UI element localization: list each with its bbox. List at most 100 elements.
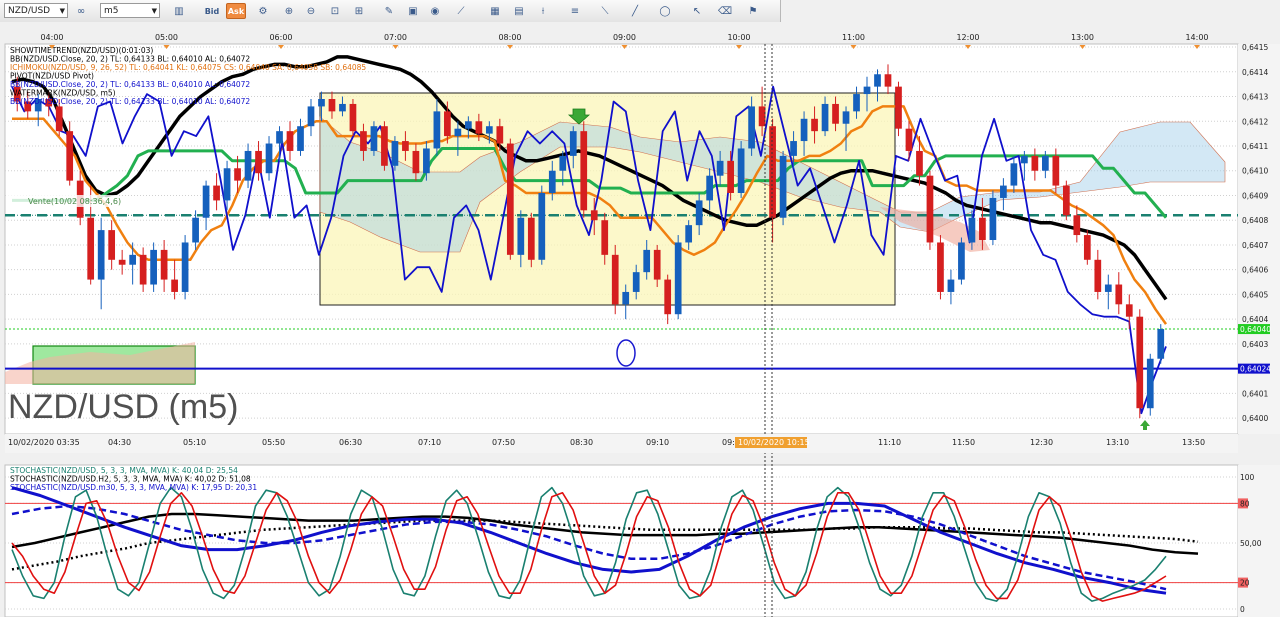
- pen-icon[interactable]: ╱: [626, 3, 644, 19]
- candle[interactable]: [937, 235, 944, 300]
- image-icon[interactable]: ▣: [404, 3, 422, 19]
- candle-body: [464, 121, 472, 129]
- lines-icon[interactable]: ▤: [510, 3, 528, 19]
- zoom-fit-icon[interactable]: ⊡: [326, 3, 344, 19]
- candle-body: [685, 225, 693, 243]
- price-tick-label: 0,6414: [1242, 68, 1268, 77]
- price-tick-label: 0,6413: [1242, 93, 1268, 102]
- candle[interactable]: [958, 237, 965, 285]
- candle[interactable]: [926, 170, 934, 250]
- arrow-icon[interactable]: ⟍: [596, 3, 614, 19]
- candle[interactable]: [1083, 230, 1091, 265]
- candle[interactable]: [674, 235, 682, 320]
- candle-body: [821, 103, 829, 132]
- candle[interactable]: [391, 136, 399, 171]
- candle-body: [664, 279, 672, 315]
- candle-body: [97, 230, 105, 280]
- zoom-in-icon[interactable]: ⊕: [280, 3, 298, 19]
- candle-body: [454, 128, 462, 137]
- timeframe-select[interactable]: m5 ▼: [100, 3, 160, 18]
- time-label-top: 11:00: [842, 33, 865, 42]
- price-tick-label: 0,6400: [1242, 414, 1268, 423]
- price-tick-label: 0,6411: [1242, 142, 1268, 151]
- candle-body: [444, 111, 451, 137]
- candle[interactable]: [1136, 309, 1144, 419]
- candle-body: [129, 254, 137, 265]
- candle[interactable]: [181, 235, 189, 300]
- candle[interactable]: [1157, 324, 1165, 364]
- time-label-top: 09:00: [613, 33, 636, 42]
- price-axis: 0,6415 0,6414 0,6413 0,6412 0,6411 0,6410 0,64…: [1238, 43, 1280, 434]
- zoom-out-icon[interactable]: ⊖: [302, 3, 320, 19]
- candle[interactable]: [779, 150, 787, 226]
- indicator-icon[interactable]: ⚙: [254, 3, 272, 19]
- candle-body: [895, 86, 902, 129]
- candle-body: [55, 106, 63, 132]
- candle[interactable]: [527, 212, 535, 268]
- ruler-icon[interactable]: ⟋: [452, 3, 470, 19]
- candle-body: [790, 141, 797, 156]
- candle-body: [265, 143, 273, 174]
- chevron-down-icon: ▼: [59, 7, 65, 15]
- candle[interactable]: [381, 121, 388, 171]
- candle[interactable]: [1146, 353, 1154, 416]
- watermark-text: NZD/USD (m5): [8, 388, 238, 426]
- candle-body: [958, 242, 965, 280]
- candle-body: [1094, 259, 1102, 292]
- candle-body: [979, 217, 986, 240]
- candle[interactable]: [370, 121, 378, 156]
- candle[interactable]: [349, 99, 357, 137]
- link-icon[interactable]: ∞: [72, 3, 90, 19]
- candle-body: [370, 126, 378, 151]
- candle[interactable]: [737, 141, 745, 198]
- candle-body: [632, 272, 640, 292]
- candle[interactable]: [506, 138, 514, 260]
- ellipse-icon[interactable]: ◯: [656, 3, 674, 19]
- time-label-bottom: 13:50: [1182, 438, 1205, 447]
- candle-body: [1041, 155, 1049, 171]
- bid-button[interactable]: Bid: [202, 3, 222, 19]
- candle[interactable]: [1062, 180, 1070, 221]
- candle-body: [811, 118, 818, 132]
- candle-body: [139, 254, 147, 285]
- candle-body: [307, 106, 315, 127]
- candle[interactable]: [150, 242, 157, 292]
- candle-body: [517, 217, 525, 255]
- draw-text-icon[interactable]: ✎: [380, 3, 398, 19]
- price-badge-label: 0,64024: [1240, 365, 1271, 374]
- stochastic-tick-label: 20: [1240, 579, 1250, 588]
- template-icon[interactable]: ⊞: [350, 3, 368, 19]
- trade-annotation-text[interactable]: Vente(10/02 08:36,4,6): [28, 197, 121, 206]
- alert-icon[interactable]: ⚑: [744, 3, 762, 19]
- candle[interactable]: [538, 185, 546, 265]
- trend-icon[interactable]: ≡: [566, 3, 584, 19]
- candle-body: [1062, 185, 1070, 216]
- ask-button[interactable]: Ask: [226, 3, 246, 19]
- stochastic-tick-label: 50,00: [1240, 539, 1262, 548]
- timeframe-select-value: m5: [104, 6, 119, 16]
- candle-body: [381, 126, 388, 166]
- web-icon[interactable]: ◉: [426, 3, 444, 19]
- candle[interactable]: [895, 81, 902, 137]
- stochastic-axis: 100 80 50,00 20 0: [1238, 465, 1280, 617]
- fan-icon[interactable]: ⟊: [534, 3, 552, 19]
- symbol-select[interactable]: NZD/USD ▼: [4, 3, 68, 18]
- candle-body: [234, 168, 241, 181]
- eraser-icon[interactable]: ⌫: [716, 3, 734, 19]
- candle-body: [527, 217, 535, 260]
- candle[interactable]: [989, 190, 997, 245]
- candle-body: [1073, 215, 1081, 236]
- candle-body: [318, 99, 325, 107]
- candle-body: [853, 94, 860, 112]
- crosshair-icon[interactable]: ▦: [486, 3, 504, 19]
- candle-body: [937, 242, 944, 292]
- bar-chart-icon[interactable]: ▥: [170, 3, 188, 19]
- candle-body: [622, 291, 630, 305]
- candle[interactable]: [611, 244, 619, 315]
- cursor-icon[interactable]: ↖: [688, 3, 706, 19]
- candle-body: [412, 150, 420, 174]
- stochastic-legend: STOCHASTIC(NZD/USD, 5, 3, 3, MVA, MVA) K…: [10, 466, 257, 492]
- candle-body: [475, 121, 483, 134]
- candle-body: [779, 155, 787, 218]
- candle[interactable]: [580, 121, 588, 218]
